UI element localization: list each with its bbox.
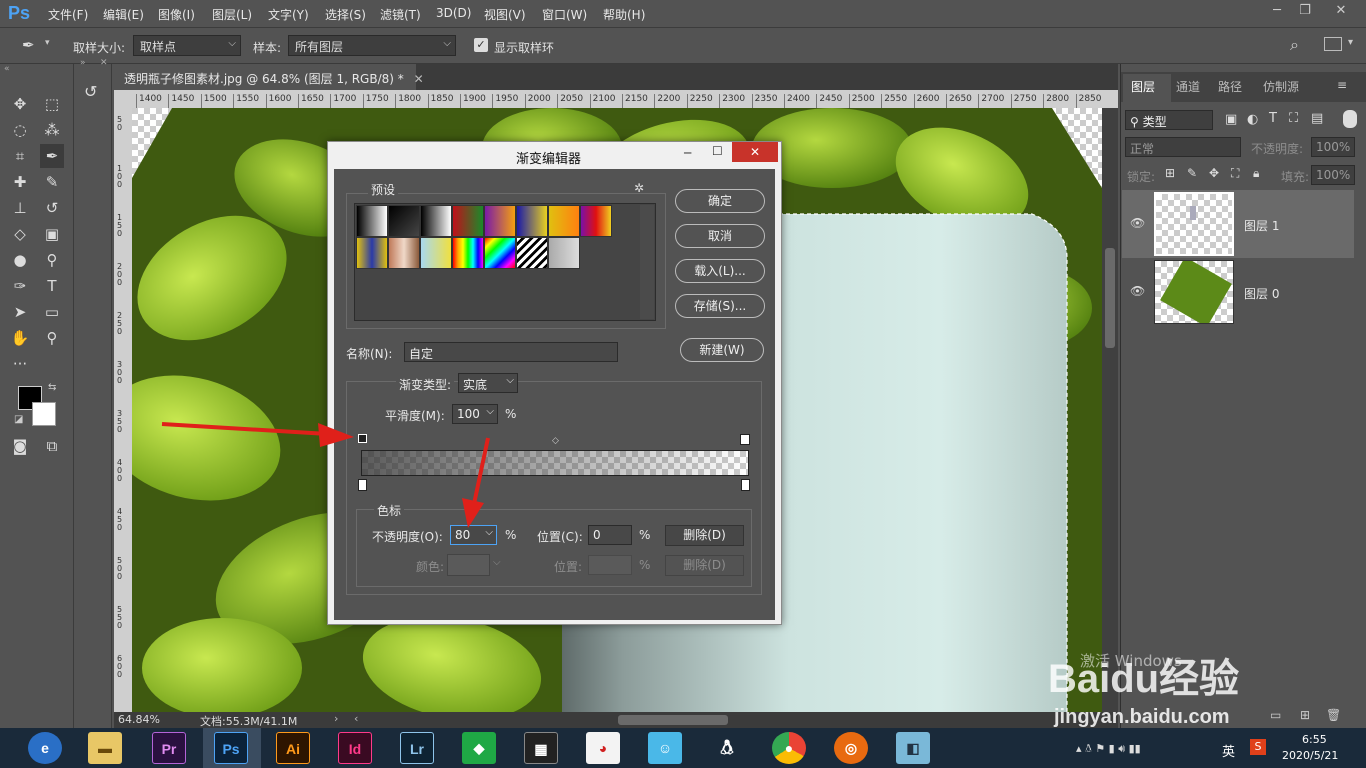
arrow-to-opacity-field — [462, 437, 490, 528]
arrow-to-opacity-stop — [161, 422, 354, 447]
annotation-arrows — [161, 422, 490, 528]
